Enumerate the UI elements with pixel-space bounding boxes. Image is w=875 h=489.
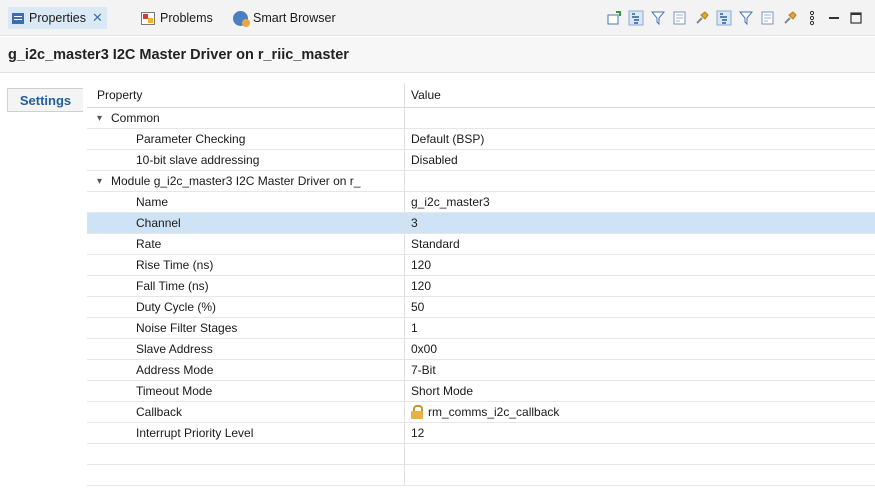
property-table: Property Value ▾ Common Parameter Checki…	[87, 83, 875, 486]
table-row[interactable]: Callback rm_comms_i2c_callback	[87, 402, 875, 423]
table-row[interactable]: 10-bit slave addressing Disabled	[87, 150, 875, 171]
property-value[interactable]: Disabled	[405, 150, 875, 170]
property-value[interactable]: g_i2c_master3	[405, 192, 875, 212]
maximize-icon[interactable]	[845, 8, 867, 28]
column-header-property[interactable]: Property	[87, 83, 405, 107]
lock-icon	[411, 405, 423, 419]
empty-row	[87, 465, 875, 486]
tab-settings-label: Settings	[19, 92, 72, 108]
chevron-down-icon[interactable]: ▾	[97, 176, 111, 187]
pin-icon[interactable]	[691, 8, 713, 28]
view-icon[interactable]	[669, 8, 691, 28]
page-title: g_i2c_master3 I2C Master Driver on r_rii…	[8, 46, 349, 63]
table-header: Property Value	[87, 83, 875, 108]
smart-browser-icon	[233, 10, 250, 27]
property-value[interactable]: Default (BSP)	[405, 129, 875, 149]
property-value[interactable]: 3	[405, 213, 875, 233]
property-name: Channel	[87, 213, 405, 233]
filter-icon[interactable]	[735, 8, 757, 28]
tab-settings[interactable]: Settings	[7, 88, 83, 112]
view-tab-bar: Properties ✕ Problems Smart Browser	[0, 0, 875, 36]
new-icon[interactable]	[603, 8, 625, 28]
property-name: Parameter Checking	[87, 129, 405, 149]
table-row-selected[interactable]: Channel 3	[87, 213, 875, 234]
tree-icon[interactable]	[713, 8, 735, 28]
group-row-common[interactable]: ▾ Common	[87, 108, 875, 129]
more-icon[interactable]	[801, 8, 823, 28]
tab-smart-browser[interactable]: Smart Browser	[233, 7, 336, 29]
properties-icon	[12, 12, 24, 24]
property-name: Timeout Mode	[87, 381, 405, 401]
table-row[interactable]: Slave Address 0x00	[87, 339, 875, 360]
empty-cell	[405, 465, 875, 485]
property-value[interactable]: 12	[405, 423, 875, 443]
property-name: 10-bit slave addressing	[87, 150, 405, 170]
property-value[interactable]: 120	[405, 276, 875, 296]
tab-problems-label: Problems	[160, 11, 213, 25]
property-name: Address Mode	[87, 360, 405, 380]
empty-cell	[87, 444, 405, 464]
tab-problems[interactable]: Problems	[141, 7, 213, 29]
group-cell: ▾ Module g_i2c_master3 I2C Master Driver…	[87, 171, 405, 191]
callback-value: rm_comms_i2c_callback	[428, 405, 560, 419]
property-name: Noise Filter Stages	[87, 318, 405, 338]
empty-cell	[87, 465, 405, 485]
property-value[interactable]: 120	[405, 255, 875, 275]
settings-tab-column: Settings	[0, 74, 87, 489]
property-value[interactable]: 1	[405, 318, 875, 338]
tab-properties[interactable]: Properties ✕	[8, 7, 107, 29]
close-icon[interactable]: ✕	[92, 10, 103, 26]
property-name: Rise Time (ns)	[87, 255, 405, 275]
view-toolbar	[603, 8, 867, 28]
property-value[interactable]: 50	[405, 297, 875, 317]
table-row[interactable]: Interrupt Priority Level 12	[87, 423, 875, 444]
table-row[interactable]: Rate Standard	[87, 234, 875, 255]
view-icon[interactable]	[757, 8, 779, 28]
property-value[interactable]: Standard	[405, 234, 875, 254]
table-row[interactable]: Name g_i2c_master3	[87, 192, 875, 213]
minimize-icon[interactable]	[823, 8, 845, 28]
property-value[interactable]: Short Mode	[405, 381, 875, 401]
table-row[interactable]: Duty Cycle (%) 50	[87, 297, 875, 318]
group-cell: ▾ Common	[87, 108, 405, 128]
property-value-callback[interactable]: rm_comms_i2c_callback	[405, 402, 875, 422]
table-row[interactable]: Timeout Mode Short Mode	[87, 381, 875, 402]
group-label: Common	[111, 111, 160, 125]
property-name: Slave Address	[87, 339, 405, 359]
property-value[interactable]: 0x00	[405, 339, 875, 359]
property-name: Name	[87, 192, 405, 212]
tab-smart-browser-label: Smart Browser	[253, 11, 336, 25]
table-row[interactable]: Noise Filter Stages 1	[87, 318, 875, 339]
tree-icon[interactable]	[625, 8, 647, 28]
property-value[interactable]: 7-Bit	[405, 360, 875, 380]
table-row[interactable]: Rise Time (ns) 120	[87, 255, 875, 276]
table-row[interactable]: Address Mode 7-Bit	[87, 360, 875, 381]
property-name: Callback	[87, 402, 405, 422]
column-header-value[interactable]: Value	[405, 83, 875, 107]
properties-header: g_i2c_master3 I2C Master Driver on r_rii…	[0, 37, 875, 73]
property-name: Fall Time (ns)	[87, 276, 405, 296]
empty-cell	[405, 444, 875, 464]
filter-icon[interactable]	[647, 8, 669, 28]
table-row[interactable]: Parameter Checking Default (BSP)	[87, 129, 875, 150]
problems-icon	[141, 11, 155, 25]
table-row[interactable]: Fall Time (ns) 120	[87, 276, 875, 297]
chevron-down-icon[interactable]: ▾	[97, 113, 111, 124]
empty-row	[87, 444, 875, 465]
value-cell	[405, 108, 875, 128]
property-name: Rate	[87, 234, 405, 254]
pin-icon[interactable]	[779, 8, 801, 28]
group-label: Module g_i2c_master3 I2C Master Driver o…	[111, 174, 361, 188]
value-cell	[405, 171, 875, 191]
property-name: Duty Cycle (%)	[87, 297, 405, 317]
property-name: Interrupt Priority Level	[87, 423, 405, 443]
tab-properties-label: Properties	[29, 11, 86, 25]
group-row-module[interactable]: ▾ Module g_i2c_master3 I2C Master Driver…	[87, 171, 875, 192]
